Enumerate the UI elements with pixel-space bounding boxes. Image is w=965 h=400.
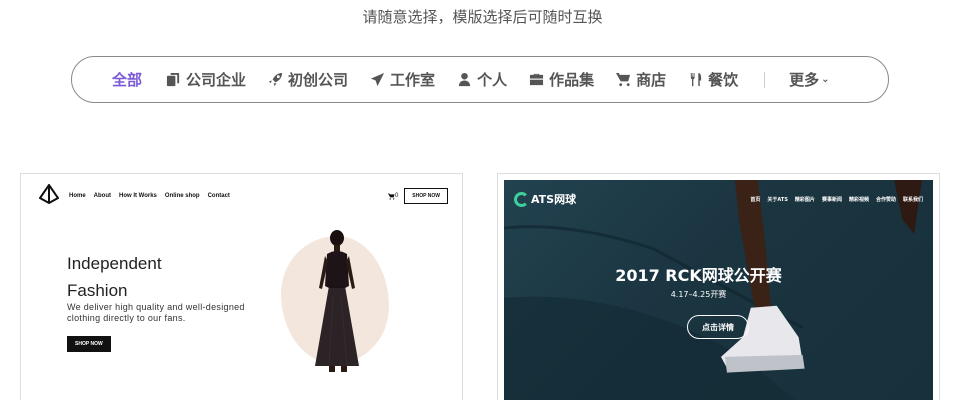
filter-all-label: 全部	[112, 71, 143, 89]
fashion-model-image	[315, 230, 359, 372]
fashion-nav-link: About	[93, 193, 111, 199]
fashion-nav-link: Home	[69, 193, 86, 199]
fashion-nav-links: Home About How It Works Online shop Cont…	[69, 193, 238, 199]
send-icon	[370, 72, 385, 87]
filter-company-label: 公司企业	[186, 71, 247, 89]
more-dropdown[interactable]: 更多 ⌄	[789, 69, 829, 90]
filter-divider	[764, 71, 766, 88]
cutlery-icon	[690, 72, 702, 87]
ats-logo: ATS网球	[514, 191, 576, 207]
filter-studio-label: 工作室	[390, 71, 436, 89]
tennis-dates: 4.17–4.25开赛	[670, 290, 727, 299]
briefcase-icon	[530, 73, 544, 86]
fashion-shop-now-button: SHOP NOW	[67, 336, 111, 352]
filter-startup-label: 初创公司	[288, 71, 349, 89]
user-icon	[458, 72, 471, 87]
filter-personal[interactable]: 个人	[457, 69, 507, 90]
template-card-tennis[interactable]: ATS网球 首页 关于ATS 精彩图片 赛事新闻 精彩视频 合作赞助 联系我们 …	[497, 173, 940, 400]
filter-personal-label: 个人	[477, 71, 508, 89]
filter-portfolio[interactable]: 作品集	[529, 69, 594, 90]
tennis-nav-link: 精彩视频	[848, 196, 869, 203]
fashion-nav-link: Contact	[207, 193, 230, 199]
copy-icon	[166, 72, 180, 87]
more-label: 更多	[789, 71, 820, 89]
filter-portfolio-label: 作品集	[549, 71, 595, 89]
fashion-hero-text: We deliver high quality and well-designe…	[67, 302, 245, 323]
page-subtitle: 请随意选择，模版选择后可随时互换	[362, 8, 603, 26]
diamond-logo-icon	[38, 183, 60, 208]
filter-shop[interactable]: 商店	[616, 69, 666, 90]
filter-studio[interactable]: 工作室	[370, 69, 435, 90]
tennis-nav-link: 联系我们	[902, 196, 923, 203]
filter-dining[interactable]: 餐饮	[688, 69, 738, 90]
tennis-template-nav: ATS网球 首页 关于ATS 精彩图片 赛事新闻 精彩视频 合作赞助 联系我们	[514, 188, 923, 210]
cart-icon	[616, 72, 631, 87]
tennis-details-button: 点击详情	[687, 315, 749, 339]
filter-all[interactable]: 全部	[112, 69, 142, 90]
ats-logo-text: ATS网球	[531, 193, 577, 206]
fashion-template-nav: Home About How It Works Online shop Cont…	[38, 183, 448, 208]
tennis-headline: 2017 RCK网球公开赛	[615, 266, 782, 285]
fashion-shop-now-top: SHOP NOW	[404, 188, 448, 204]
cart-count: 0	[394, 193, 399, 199]
fashion-hero-title: Independent Fashion	[67, 254, 162, 300]
fashion-cart: 0	[387, 192, 399, 200]
tennis-nav-link: 首页	[750, 196, 761, 203]
tennis-nav-links: 首页 关于ATS 精彩图片 赛事新闻 精彩视频 合作赞助 联系我们	[743, 196, 923, 203]
template-card-fashion[interactable]: Home About How It Works Online shop Cont…	[20, 173, 463, 400]
rocket-icon	[268, 72, 283, 87]
cart-icon	[387, 192, 395, 200]
tennis-nav-link: 关于ATS	[767, 196, 788, 203]
ring-logo-icon	[514, 191, 529, 207]
category-filter-bar: 全部 公司企业 初创公司 工作室 个人 作品集 商店 餐饮 更多 ⌄	[71, 56, 889, 103]
fashion-nav-link: Online shop	[164, 193, 200, 199]
filter-shop-label: 商店	[636, 71, 667, 89]
tennis-hero-background: ATS网球 首页 关于ATS 精彩图片 赛事新闻 精彩视频 合作赞助 联系我们 …	[504, 180, 933, 400]
chevron-down-icon: ⌄	[821, 74, 830, 85]
tennis-nav-link: 合作赞助	[875, 196, 896, 203]
filter-company[interactable]: 公司企业	[166, 69, 246, 90]
tennis-nav-link: 赛事新闻	[821, 196, 842, 203]
fashion-nav-link: How It Works	[119, 193, 157, 199]
filter-dining-label: 餐饮	[708, 71, 739, 89]
tennis-nav-link: 精彩图片	[794, 196, 815, 203]
filter-startup[interactable]: 初创公司	[268, 69, 348, 90]
